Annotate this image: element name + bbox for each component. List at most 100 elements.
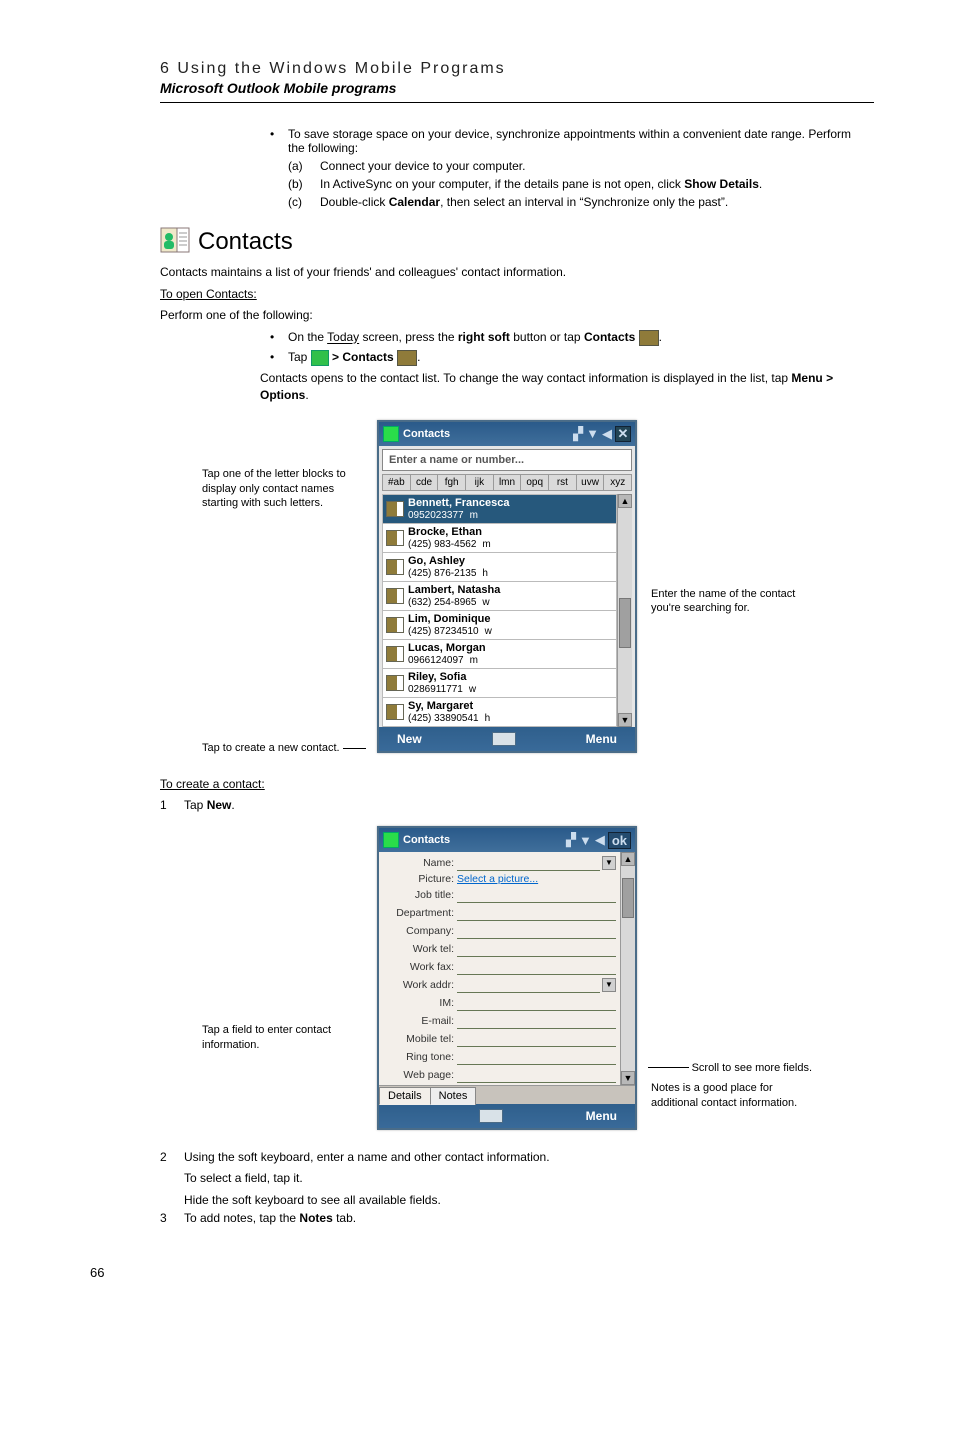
letter-block-ijk[interactable]: ijk xyxy=(465,474,493,491)
tab-notes[interactable]: Notes xyxy=(430,1087,477,1105)
callout-search-name: Enter the name of the contact you're sea… xyxy=(651,587,812,617)
scroll-down-icon[interactable]: ▼ xyxy=(618,713,632,727)
antenna-icon: ▼ xyxy=(579,833,592,848)
contact-card-icon xyxy=(386,646,404,662)
form-row: Work addr: ▼ xyxy=(383,977,616,993)
sync-tip-text: To save storage space on your device, sy… xyxy=(288,127,851,155)
text-input[interactable] xyxy=(457,995,616,1011)
contact-row[interactable]: Sy, Margaret(425) 33890541h xyxy=(382,697,617,727)
field-label: Company: xyxy=(383,925,457,937)
contact-row[interactable]: Lim, Dominique(425) 87234510w xyxy=(382,610,617,639)
text-input[interactable] xyxy=(457,923,616,939)
open-contacts-sub: Perform one of the following: xyxy=(160,308,854,322)
step-1-text: Tap New. xyxy=(184,798,235,812)
keyboard-icon[interactable] xyxy=(492,732,516,746)
step-a-label: (a) xyxy=(288,159,320,173)
text-input[interactable] xyxy=(457,1049,616,1065)
volume-icon: ◀ xyxy=(602,426,612,442)
select-picture-link[interactable]: Select a picture... xyxy=(457,873,538,885)
dropdown-icon[interactable]: ▼ xyxy=(602,856,616,870)
callout-letter-blocks: Tap one of the letter blocks to display … xyxy=(202,467,363,512)
signal-icon: ▞ xyxy=(573,426,583,442)
callout-new-contact: Tap to create a new contact. xyxy=(202,741,340,756)
softkey-menu[interactable]: Menu xyxy=(586,1109,617,1123)
form-row: Picture:Select a picture... xyxy=(383,873,616,885)
form-row: Job title: xyxy=(383,887,616,903)
step-2c-text: Hide the soft keyboard to see all availa… xyxy=(184,1193,550,1207)
text-input[interactable] xyxy=(457,959,616,975)
letter-block-opq[interactable]: opq xyxy=(520,474,548,491)
letter-block-rst[interactable]: rst xyxy=(548,474,576,491)
contacts-icon xyxy=(639,330,659,346)
contact-card-icon xyxy=(386,559,404,575)
step-number-2: 2 xyxy=(160,1150,184,1206)
text-input[interactable] xyxy=(457,855,600,871)
contact-row[interactable]: Bennett, Francesca0952023377m xyxy=(382,494,617,523)
letter-block-fgh[interactable]: fgh xyxy=(437,474,465,491)
chapter-title: 6 Using the Windows Mobile Programs xyxy=(160,60,874,78)
letter-block-cde[interactable]: cde xyxy=(410,474,438,491)
text-input[interactable] xyxy=(457,905,616,921)
form-row: Web page: xyxy=(383,1067,616,1083)
field-label: E-mail: xyxy=(383,1015,457,1027)
step-2b-text: To select a field, tap it. xyxy=(184,1170,550,1186)
start-icon[interactable] xyxy=(383,832,399,848)
field-label: Work addr: xyxy=(383,979,457,991)
text-input[interactable] xyxy=(457,977,600,993)
letter-block-#ab[interactable]: #ab xyxy=(382,474,410,491)
callout-scroll-more: Scroll to see more fields. xyxy=(692,1061,812,1076)
scroll-up-icon[interactable]: ▲ xyxy=(621,852,635,866)
contact-row[interactable]: Lucas, Morgan0966124097m xyxy=(382,639,617,668)
contact-row[interactable]: Lambert, Natasha(632) 254-8965w xyxy=(382,581,617,610)
text-input[interactable] xyxy=(457,1067,616,1083)
contacts-icon xyxy=(397,350,417,366)
letter-block-xyz[interactable]: xyz xyxy=(603,474,632,491)
contact-row[interactable]: Riley, Sofia0286911771w xyxy=(382,668,617,697)
titlebar-title: Contacts xyxy=(403,834,450,846)
form-row: Company: xyxy=(383,923,616,939)
text-input[interactable] xyxy=(457,1013,616,1029)
scroll-up-icon[interactable]: ▲ xyxy=(618,494,632,508)
keyboard-icon[interactable] xyxy=(479,1109,503,1123)
field-label: Job title: xyxy=(383,889,457,901)
antenna-icon: ▼ xyxy=(586,426,599,441)
contacts-list-screenshot: Contacts ▞ ▼ ◀ ✕ Enter a name or number.… xyxy=(377,420,637,753)
text-input[interactable] xyxy=(457,941,616,957)
tab-details[interactable]: Details xyxy=(379,1087,431,1105)
form-row: Work fax: xyxy=(383,959,616,975)
dropdown-icon[interactable]: ▼ xyxy=(602,978,616,992)
contacts-section-icon xyxy=(160,227,190,256)
form-row: IM: xyxy=(383,995,616,1011)
text-input[interactable] xyxy=(457,1031,616,1047)
contact-card-icon xyxy=(386,501,404,517)
create-contact-heading: To create a contact: xyxy=(160,776,854,792)
field-label: Work fax: xyxy=(383,961,457,973)
softkey-new[interactable]: New xyxy=(397,732,422,746)
field-label: Ring tone: xyxy=(383,1051,457,1063)
chapter-subtitle: Microsoft Outlook Mobile programs xyxy=(160,80,874,96)
field-label: Mobile tel: xyxy=(383,1033,457,1045)
contact-row[interactable]: Brocke, Ethan(425) 983-4562m xyxy=(382,523,617,552)
ok-button[interactable]: ok xyxy=(608,832,631,849)
text-input[interactable] xyxy=(457,887,616,903)
form-row: Department: xyxy=(383,905,616,921)
softkey-menu[interactable]: Menu xyxy=(586,732,617,746)
volume-icon: ◀ xyxy=(595,832,605,848)
form-row: Work tel: xyxy=(383,941,616,957)
close-icon[interactable]: ✕ xyxy=(615,426,631,442)
scrollbar[interactable]: ▲ ▼ xyxy=(617,494,632,727)
contact-row[interactable]: Go, Ashley(425) 876-2135h xyxy=(382,552,617,581)
scroll-thumb[interactable] xyxy=(619,598,631,648)
open-contacts-heading: To open Contacts: xyxy=(160,286,854,302)
search-input[interactable]: Enter a name or number... xyxy=(382,449,632,471)
start-icon[interactable] xyxy=(383,426,399,442)
field-label: Web page: xyxy=(383,1069,457,1081)
open-option-today: On the Today screen, press the right sof… xyxy=(260,330,854,346)
scroll-thumb[interactable] xyxy=(622,878,634,918)
form-row: Ring tone: xyxy=(383,1049,616,1065)
scrollbar[interactable]: ▲ ▼ xyxy=(620,852,635,1085)
step-number-3: 3 xyxy=(160,1211,184,1225)
letter-block-uvw[interactable]: uvw xyxy=(576,474,604,491)
scroll-down-icon[interactable]: ▼ xyxy=(621,1071,635,1085)
letter-block-lmn[interactable]: lmn xyxy=(493,474,521,491)
